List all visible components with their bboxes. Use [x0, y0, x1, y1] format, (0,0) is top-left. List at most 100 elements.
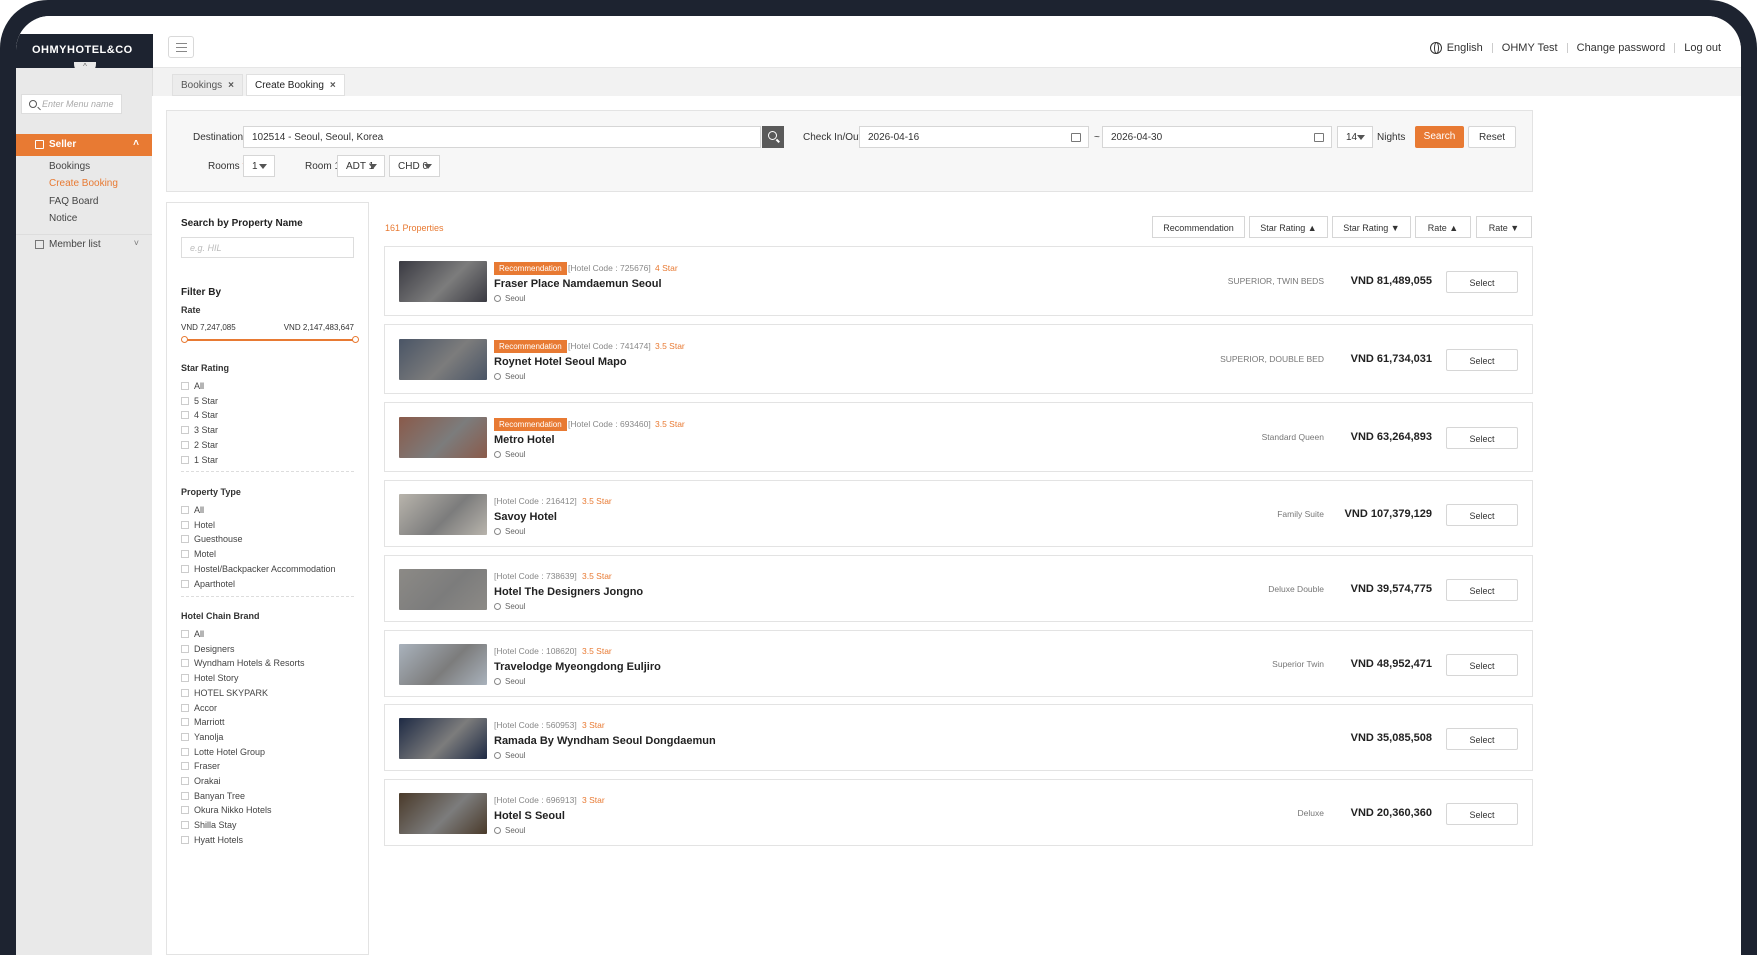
hotel-thumbnail[interactable]: [399, 494, 487, 535]
checkbox[interactable]: [181, 411, 189, 420]
hotel-name[interactable]: Hotel S Seoul: [494, 810, 565, 822]
property-type-option[interactable]: Aparthotel: [181, 579, 235, 589]
checkbox[interactable]: [181, 835, 189, 844]
checkbox[interactable]: [181, 426, 189, 435]
property-type-option[interactable]: Motel: [181, 549, 216, 559]
checkbox[interactable]: [181, 455, 189, 464]
chain-brand-option[interactable]: All: [181, 629, 204, 639]
hotel-thumbnail[interactable]: [399, 718, 487, 759]
hotel-name[interactable]: Travelodge Myeongdong Euljiro: [494, 661, 661, 673]
hotel-name[interactable]: Ramada By Wyndham Seoul Dongdaemun: [494, 735, 716, 747]
checkbox[interactable]: [181, 550, 189, 559]
change-password-link[interactable]: Change password: [1577, 42, 1666, 54]
hotel-thumbnail[interactable]: [399, 261, 487, 302]
select-button[interactable]: Select: [1446, 427, 1518, 449]
checkbox[interactable]: [181, 644, 189, 653]
chain-brand-option[interactable]: Okura Nikko Hotels: [181, 805, 272, 815]
select-button[interactable]: Select: [1446, 654, 1518, 676]
checkbox[interactable]: [181, 659, 189, 668]
star-rating-option[interactable]: 2 Star: [181, 440, 218, 450]
chain-brand-option[interactable]: Fraser: [181, 761, 220, 771]
chain-brand-option[interactable]: Shilla Stay: [181, 820, 237, 830]
menu-toggle-icon[interactable]: [168, 36, 194, 58]
hotel-thumbnail[interactable]: [399, 339, 487, 380]
checkbox[interactable]: [181, 579, 189, 588]
checkbox[interactable]: [181, 535, 189, 544]
children-select[interactable]: CHD 0: [389, 155, 440, 177]
chain-brand-option[interactable]: Marriott: [181, 717, 225, 727]
select-button[interactable]: Select: [1446, 579, 1518, 601]
checkbox[interactable]: [181, 630, 189, 638]
chain-brand-option[interactable]: Hyatt Hotels: [181, 835, 243, 845]
checkbox[interactable]: [181, 747, 189, 756]
close-icon[interactable]: ×: [330, 80, 336, 91]
sort-button[interactable]: Rate ▲: [1415, 216, 1471, 238]
chain-brand-option[interactable]: Lotte Hotel Group: [181, 747, 265, 757]
language-select[interactable]: English: [1447, 42, 1483, 54]
hotel-name[interactable]: Savoy Hotel: [494, 511, 557, 523]
sort-button[interactable]: Rate ▼: [1476, 216, 1532, 238]
chain-brand-option[interactable]: Orakai: [181, 776, 221, 786]
select-button[interactable]: Select: [1446, 803, 1518, 825]
star-rating-option[interactable]: 4 Star: [181, 410, 218, 420]
hotel-card[interactable]: [Hotel Code : 108620] 3.5 Star Travelodge …: [384, 630, 1533, 697]
property-name-input[interactable]: e.g. HIL: [181, 237, 354, 258]
checkout-date-input[interactable]: 2026-04-30: [1102, 126, 1332, 148]
select-button[interactable]: Select: [1446, 271, 1518, 293]
hotel-name[interactable]: Fraser Place Namdaemun Seoul: [494, 278, 662, 290]
sidebar-item-faq-board[interactable]: FAQ Board: [49, 196, 98, 207]
rooms-select[interactable]: 1: [243, 155, 275, 177]
sidebar-item-seller[interactable]: Seller ˄: [16, 134, 152, 156]
star-rating-option[interactable]: 3 Star: [181, 425, 218, 435]
star-rating-option[interactable]: 1 Star: [181, 455, 218, 465]
sort-button[interactable]: Recommendation: [1152, 216, 1245, 238]
select-button[interactable]: Select: [1446, 349, 1518, 371]
destination-search-button[interactable]: [762, 126, 784, 148]
select-button[interactable]: Select: [1446, 504, 1518, 526]
sidebar-item-create-booking[interactable]: Create Booking: [49, 178, 118, 189]
search-button[interactable]: Search: [1415, 126, 1464, 148]
tab-bookings[interactable]: Bookings ×: [172, 74, 243, 96]
hotel-card[interactable]: Recommendation [Hotel Code : 725676] 4 Sta…: [384, 246, 1533, 316]
checkbox[interactable]: [181, 564, 189, 573]
collapse-chevron-icon[interactable]: ^: [74, 62, 96, 74]
hotel-thumbnail[interactable]: [399, 644, 487, 685]
hotel-card[interactable]: Recommendation [Hotel Code : 693460] 3.5 S…: [384, 402, 1533, 472]
property-type-option[interactable]: Guesthouse: [181, 534, 243, 544]
hotel-card[interactable]: [Hotel Code : 216412] 3.5 Star Savoy Hotel…: [384, 480, 1533, 547]
checkbox[interactable]: [181, 777, 189, 785]
hotel-card[interactable]: [Hotel Code : 738639] 3.5 Star Hotel The D…: [384, 555, 1533, 622]
property-type-option[interactable]: Hotel: [181, 520, 215, 530]
adults-select[interactable]: ADT 1: [337, 155, 385, 177]
chain-brand-option[interactable]: HOTEL SKYPARK: [181, 688, 268, 698]
checkbox[interactable]: [181, 718, 189, 727]
sort-button[interactable]: Star Rating ▲: [1249, 216, 1328, 238]
checkbox[interactable]: [181, 703, 189, 712]
chain-brand-option[interactable]: Yanolja: [181, 732, 223, 742]
chain-brand-option[interactable]: Wyndham Hotels & Resorts: [181, 658, 304, 668]
checkbox[interactable]: [181, 791, 189, 800]
checkbox[interactable]: [181, 440, 189, 449]
checkbox[interactable]: [181, 806, 189, 815]
chain-brand-option[interactable]: Designers: [181, 644, 235, 654]
property-type-option[interactable]: Hostel/Backpacker Accommodation: [181, 564, 336, 574]
close-icon[interactable]: ×: [228, 80, 234, 91]
rate-slider-max-handle[interactable]: [352, 336, 359, 343]
hotel-thumbnail[interactable]: [399, 569, 487, 610]
star-rating-option[interactable]: 5 Star: [181, 396, 218, 406]
chain-brand-option[interactable]: Hotel Story: [181, 673, 239, 683]
logout-link[interactable]: Log out: [1684, 42, 1721, 54]
hotel-name[interactable]: Roynet Hotel Seoul Mapo: [494, 356, 627, 368]
checkbox[interactable]: [181, 732, 189, 741]
chain-brand-option[interactable]: Banyan Tree: [181, 791, 245, 801]
hotel-name[interactable]: Metro Hotel: [494, 434, 555, 446]
chain-brand-option[interactable]: Accor: [181, 703, 217, 713]
rate-slider[interactable]: [181, 336, 359, 343]
checkbox[interactable]: [181, 674, 189, 683]
menu-search-input[interactable]: Enter Menu name: [21, 94, 122, 114]
checkbox[interactable]: [181, 396, 189, 405]
checkbox[interactable]: [181, 688, 189, 697]
select-button[interactable]: Select: [1446, 728, 1518, 750]
checkbox[interactable]: [181, 520, 189, 529]
hotel-card[interactable]: Recommendation [Hotel Code : 741474] 3.5 S…: [384, 324, 1533, 394]
